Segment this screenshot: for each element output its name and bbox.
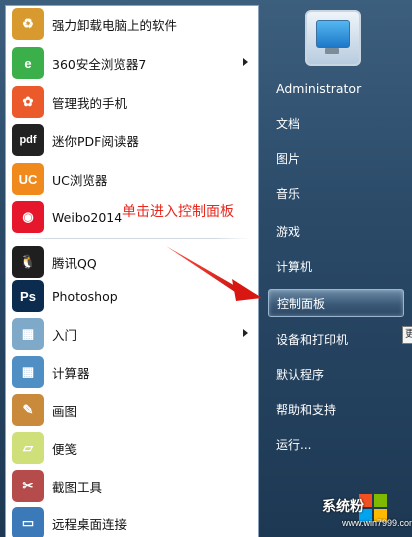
program-item-snipping-tool[interactable]: ✂ 截图工具 xyxy=(12,468,252,504)
link-devices-printers[interactable]: 设备和打印机 xyxy=(276,325,406,353)
program-label: 截图工具 xyxy=(52,479,103,495)
program-label: 远程桌面连接 xyxy=(52,516,128,532)
user-name-link[interactable]: Administrator xyxy=(276,74,406,102)
program-item-sticky-notes[interactable]: ▱ 便笺 xyxy=(12,430,252,466)
link-control-panel[interactable]: 控制面板 xyxy=(268,289,404,317)
program-item-qq[interactable]: 🐧 腾讯QQ xyxy=(12,244,252,280)
pdf-reader-icon: pdf xyxy=(12,124,44,156)
link-computer[interactable]: 计算机 xyxy=(276,252,406,280)
program-label: 360安全浏览器7 xyxy=(52,56,147,72)
program-label: 便笺 xyxy=(52,441,78,457)
link-pictures[interactable]: 图片 xyxy=(276,144,406,172)
photoshop-icon: Ps xyxy=(12,280,44,312)
weibo-icon: ◉ xyxy=(12,201,44,233)
getting-started-icon: ▦ xyxy=(12,318,44,350)
program-label: Weibo2014 xyxy=(52,209,123,225)
menu-separator xyxy=(14,238,250,239)
places-pane: Administrator 文档 图片 音乐 游戏 计算机 控制面板 设备和打印… xyxy=(262,0,412,537)
program-label: Photoshop xyxy=(52,288,118,304)
snipping-tool-icon: ✂ xyxy=(12,470,44,502)
program-label: 迷你PDF阅读器 xyxy=(52,133,139,149)
program-item-uninstaller[interactable]: ♻ 强力卸载电脑上的软件 xyxy=(12,6,252,42)
phone-manager-icon: ✿ xyxy=(12,86,44,118)
link-documents[interactable]: 文档 xyxy=(276,109,406,137)
program-item-getting-started[interactable]: ▦ 入门 xyxy=(12,316,252,352)
program-item-uc-browser[interactable]: UC UC浏览器 xyxy=(12,161,252,197)
program-label: 强力卸载电脑上的软件 xyxy=(52,17,178,33)
link-games[interactable]: 游戏 xyxy=(276,217,406,245)
watermark-text: 系统粉 xyxy=(322,499,364,515)
program-item-360-browser[interactable]: e 360安全浏览器7 xyxy=(12,45,252,81)
paint-icon: ✎ xyxy=(12,394,44,426)
program-item-paint[interactable]: ✎ 画图 xyxy=(12,392,252,428)
program-label: 画图 xyxy=(52,403,78,419)
calculator-icon: ▦ xyxy=(12,356,44,388)
program-item-calculator[interactable]: ▦ 计算器 xyxy=(12,354,252,390)
uninstall-icon: ♻ xyxy=(12,8,44,40)
program-label: 管理我的手机 xyxy=(52,95,128,111)
qq-icon: 🐧 xyxy=(12,246,44,278)
program-label: 腾讯QQ xyxy=(52,255,97,271)
link-music[interactable]: 音乐 xyxy=(276,179,406,207)
link-help-support[interactable]: 帮助和支持 xyxy=(276,395,406,423)
tooltip: 更 xyxy=(402,326,412,344)
link-default-programs[interactable]: 默认程序 xyxy=(276,360,406,388)
link-run[interactable]: 运行... xyxy=(276,430,406,458)
remote-desktop-icon: ▭ xyxy=(12,507,44,537)
program-item-phone-manager[interactable]: ✿ 管理我的手机 xyxy=(12,84,252,120)
program-item-pdf-reader[interactable]: pdf 迷你PDF阅读器 xyxy=(12,122,252,158)
annotation-text: 单击进入控制面板 xyxy=(122,204,234,220)
sticky-notes-icon: ▱ xyxy=(12,432,44,464)
program-item-photoshop[interactable]: Ps Photoshop xyxy=(12,278,252,314)
submenu-arrow-icon[interactable] xyxy=(243,329,248,337)
uc-browser-icon: UC xyxy=(12,163,44,195)
submenu-arrow-icon[interactable] xyxy=(243,58,248,66)
360-browser-icon: e xyxy=(12,47,44,79)
programs-pane: ♻ 强力卸载电脑上的软件 e 360安全浏览器7 ✿ 管理我的手机 pdf 迷你… xyxy=(5,5,259,537)
program-label: 计算器 xyxy=(52,365,90,381)
program-label: 入门 xyxy=(52,327,78,343)
program-item-remote-desktop[interactable]: ▭ 远程桌面连接 xyxy=(12,505,252,537)
watermark-url: www.win7999.com xyxy=(342,518,412,528)
program-label: UC浏览器 xyxy=(52,172,108,188)
